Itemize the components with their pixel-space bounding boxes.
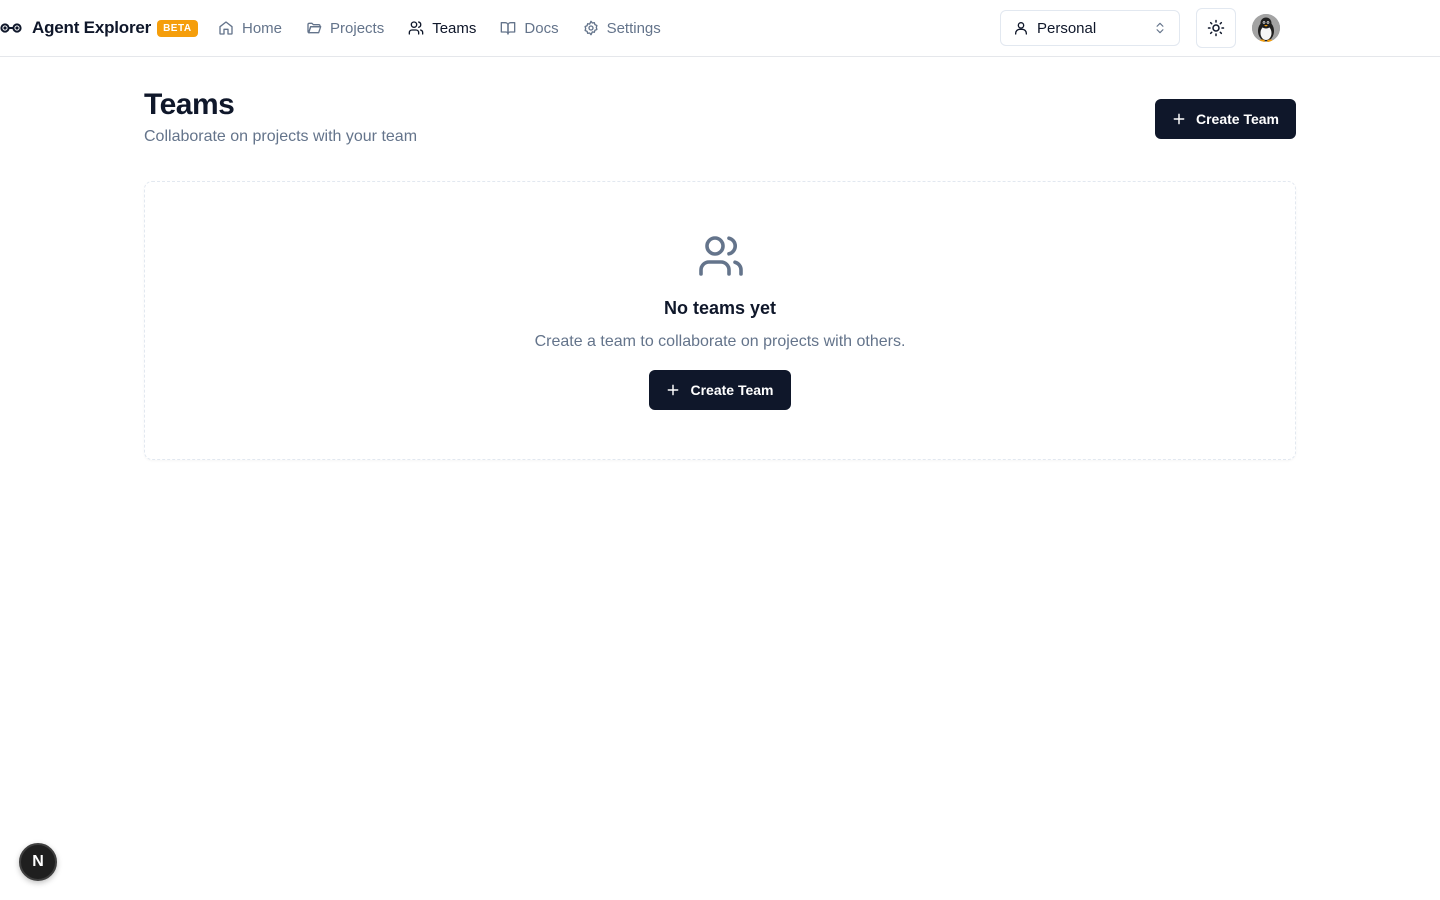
plus-icon bbox=[1173, 113, 1185, 125]
nav-item-settings[interactable]: Settings bbox=[583, 20, 661, 37]
create-team-button[interactable]: Create Team bbox=[1155, 99, 1296, 139]
workspace-selector[interactable]: Personal bbox=[1000, 10, 1180, 46]
page-title: Teams bbox=[144, 88, 235, 121]
empty-create-team-button-label: Create Team bbox=[690, 382, 774, 398]
users-icon bbox=[699, 236, 743, 276]
chevrons-up-down-icon bbox=[1156, 22, 1164, 34]
nav-label-projects: Projects bbox=[330, 19, 385, 37]
gear-icon bbox=[584, 20, 598, 36]
nav-item-projects[interactable]: Projects bbox=[306, 20, 384, 37]
users-icon bbox=[408, 21, 424, 35]
nav-label-home: Home bbox=[242, 19, 283, 37]
empty-create-team-button[interactable]: Create Team bbox=[649, 370, 791, 410]
nav-label-teams: Teams bbox=[432, 19, 477, 37]
home-icon bbox=[219, 21, 233, 35]
brand[interactable]: Agent Explorer BETA bbox=[0, 14, 198, 42]
empty-state-description: Create a team to collaborate on projects… bbox=[534, 333, 906, 350]
glasses-logo-icon bbox=[0, 21, 22, 35]
book-icon bbox=[501, 22, 516, 35]
create-team-button-label: Create Team bbox=[1195, 111, 1279, 127]
beta-badge: BETA bbox=[157, 19, 198, 37]
page-subtitle: Collaborate on projects with your team bbox=[144, 128, 418, 145]
user-icon bbox=[1015, 22, 1027, 35]
nav-item-docs[interactable]: Docs bbox=[500, 19, 559, 37]
nav-label-docs: Docs bbox=[524, 19, 559, 37]
nextjs-dev-badge[interactable]: N bbox=[19, 843, 57, 881]
plus-icon bbox=[668, 384, 679, 396]
empty-state-title: No teams yet bbox=[663, 298, 777, 318]
app-name: Agent Explorer bbox=[32, 18, 152, 37]
avatar[interactable] bbox=[1252, 14, 1280, 42]
main-nav: Home Projects Teams Docs Settings bbox=[218, 14, 685, 42]
nav-item-home[interactable]: Home bbox=[218, 20, 282, 37]
dev-badge-label: N bbox=[32, 853, 44, 870]
nav-label-settings: Settings bbox=[606, 19, 661, 37]
sun-icon bbox=[1207, 19, 1225, 37]
folder-icon bbox=[307, 22, 322, 34]
empty-state-card: No teams yet Create a team to collaborat… bbox=[144, 181, 1296, 460]
workspace-label: Personal bbox=[1037, 19, 1097, 37]
theme-toggle-button[interactable] bbox=[1196, 8, 1236, 48]
nav-item-teams[interactable]: Teams bbox=[408, 20, 476, 37]
penguin-avatar-icon bbox=[1252, 14, 1280, 42]
top-nav-bar: Agent Explorer BETA Home Projects Teams … bbox=[0, 0, 1440, 57]
